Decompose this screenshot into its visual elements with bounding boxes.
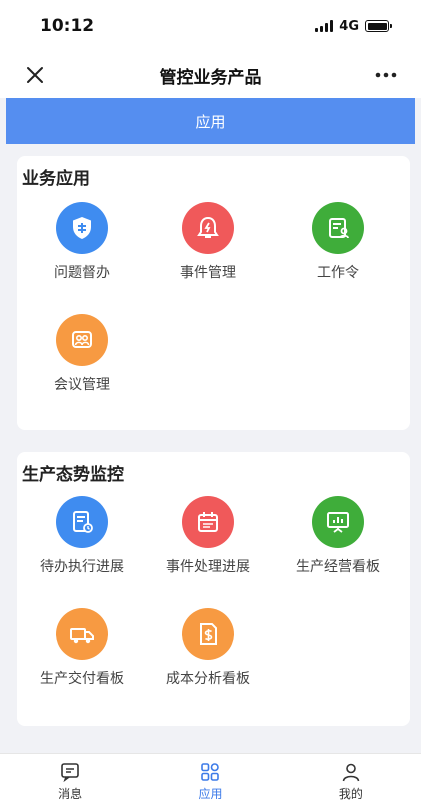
- app-label: 事件处理进展: [166, 559, 250, 575]
- app-production-delivery-board[interactable]: 生产交付看板: [17, 608, 147, 708]
- task-progress-icon: [56, 496, 108, 548]
- app-task-progress[interactable]: 待办执行进展: [17, 496, 147, 596]
- section-business-apps: 业务应用 问题督办 事件管理 工作令 会议管理: [17, 156, 410, 430]
- signal-icon: [315, 20, 334, 32]
- calendar-icon: [182, 496, 234, 548]
- battery-level: [367, 22, 387, 30]
- status-time: 10:12: [40, 16, 95, 36]
- delivery-truck-icon: [56, 608, 108, 660]
- alarm-bell-icon: [182, 202, 234, 254]
- app-label: 待办执行进展: [40, 559, 124, 575]
- profile-icon: [342, 763, 360, 782]
- app-work-order[interactable]: 工作令: [273, 202, 403, 302]
- app-event-management[interactable]: 事件管理: [143, 202, 273, 302]
- status-indicators: 4G: [315, 18, 392, 34]
- presentation-board-icon: [312, 496, 364, 548]
- app-label: 生产交付看板: [40, 671, 124, 687]
- app-label: 工作令: [317, 265, 359, 281]
- close-icon[interactable]: [22, 62, 48, 88]
- app-label: 会议管理: [54, 377, 110, 393]
- tab-profile[interactable]: 我的: [281, 754, 421, 809]
- section-production-monitoring: 生产态势监控 待办执行进展 事件处理进展 生产经营看板 生产交付看板 成本分析看…: [17, 452, 410, 726]
- message-icon: [61, 763, 79, 783]
- app-label: 生产经营看板: [296, 559, 380, 575]
- app-label: 问题督办: [54, 265, 110, 281]
- navbar: 管控业务产品: [0, 52, 421, 98]
- cost-document-icon: [182, 608, 234, 660]
- network-type: 4G: [339, 18, 359, 34]
- tab-label: 消息: [58, 787, 83, 801]
- section-title: 业务应用: [22, 169, 90, 189]
- tab-apps[interactable]: 应用: [140, 754, 280, 809]
- app-label: 成本分析看板: [166, 671, 250, 687]
- banner-label: 应用: [195, 112, 226, 131]
- app-production-operation-board[interactable]: 生产经营看板: [273, 496, 403, 596]
- section-title: 生产态势监控: [22, 465, 124, 485]
- bottom-tab-bar: 消息 应用 我的: [0, 753, 421, 809]
- tab-messages[interactable]: 消息: [0, 754, 140, 809]
- page-title: 管控业务产品: [159, 67, 262, 88]
- app-cost-analysis-board[interactable]: 成本分析看板: [143, 608, 273, 708]
- status-bar: 10:12 4G: [0, 0, 421, 52]
- shield-supervise-icon: [56, 202, 108, 254]
- tab-label: 应用: [198, 787, 223, 801]
- more-icon[interactable]: [371, 62, 401, 88]
- meeting-icon: [56, 314, 108, 366]
- app-issue-supervision[interactable]: 问题督办: [17, 202, 147, 302]
- app-event-processing-progress[interactable]: 事件处理进展: [143, 496, 273, 596]
- app-meeting-management[interactable]: 会议管理: [17, 314, 147, 414]
- work-order-icon: [312, 202, 364, 254]
- tab-label: 我的: [338, 787, 363, 801]
- battery-icon: [365, 20, 392, 32]
- app-banner: 应用: [6, 98, 415, 144]
- apps-grid-icon: [201, 763, 220, 781]
- app-label: 事件管理: [180, 265, 236, 281]
